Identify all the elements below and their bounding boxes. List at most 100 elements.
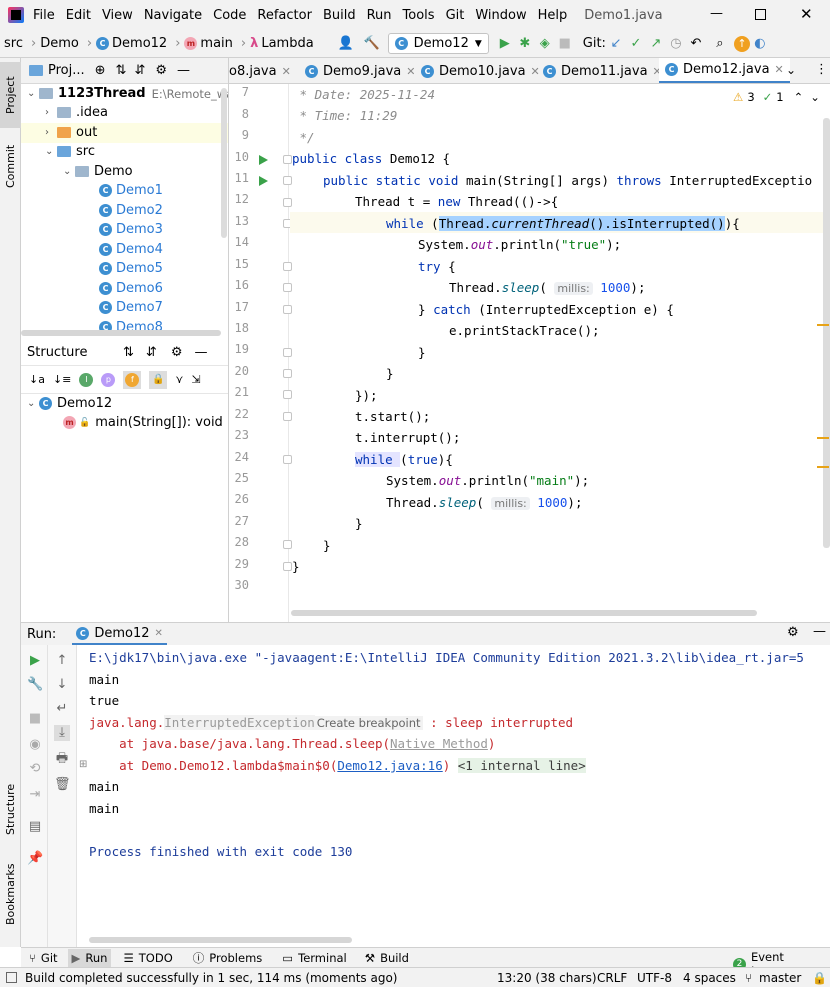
menu-build[interactable]: Build — [323, 8, 356, 23]
chevron-up-icon[interactable]: ⌃ — [794, 90, 804, 104]
update-icon[interactable]: ↑ — [733, 35, 750, 52]
fold-icon[interactable] — [283, 455, 292, 464]
show-non-public-icon[interactable]: 🔒 — [149, 370, 168, 389]
run-gutter-icon[interactable] — [259, 155, 268, 165]
tree-item-demo2[interactable]: C Demo2 — [99, 201, 163, 221]
tab-bookmarks[interactable]: Bookmarks — [0, 858, 21, 930]
source-link[interactable]: Demo12.java:16 — [337, 758, 442, 773]
menu-tools[interactable]: Tools — [403, 8, 435, 23]
code-line-13[interactable]: while (Thread.currentThread().isInterrup… — [292, 213, 740, 234]
tree-item-demo3[interactable]: C Demo3 — [99, 220, 163, 240]
show-inherited-icon[interactable]: I — [79, 372, 94, 387]
coverage-icon[interactable]: ◈ — [535, 34, 555, 54]
menu-navigate[interactable]: Navigate — [144, 8, 202, 23]
status-toggle-icon[interactable] — [6, 972, 17, 983]
chevron-down-icon[interactable]: ⌄ — [810, 90, 820, 104]
menu-window[interactable]: Window — [475, 8, 526, 23]
code-line-11[interactable]: public static void main(String[] args) t… — [292, 170, 812, 191]
sort-alpha-icon[interactable]: ↓a — [29, 373, 45, 386]
settings-logo-icon[interactable]: ◐ — [750, 34, 770, 54]
code-line-12[interactable]: Thread t = new Thread(()->{ — [292, 191, 558, 212]
expand-icon[interactable]: ⇵ — [146, 345, 157, 360]
run-gutter-icon[interactable] — [259, 176, 268, 186]
tree-item-idea[interactable]: › .idea — [45, 103, 108, 123]
tab-demo10[interactable]: C Demo10.java ✕ — [415, 58, 546, 83]
tab-demo8[interactable]: o8.java ✕ — [229, 58, 299, 83]
code-line-18[interactable]: e.printStackTrace(); — [292, 320, 600, 341]
exception-link[interactable]: InterruptedException — [164, 715, 315, 730]
gear-icon[interactable]: ⚙ — [787, 625, 799, 640]
code-line-10[interactable]: public class Demo12 { — [292, 148, 450, 169]
tab-commit[interactable]: Commit — [0, 134, 21, 198]
collapse-icon[interactable]: ⇅ — [123, 345, 134, 360]
tab-structure[interactable]: Structure — [0, 774, 21, 844]
debug-icon[interactable]: ✱ — [515, 34, 535, 54]
pin-icon[interactable]: 📌 — [27, 851, 43, 867]
wrench-icon[interactable]: 🔧 — [27, 677, 43, 693]
code-line-26[interactable]: Thread.sleep( millis: 1000); — [292, 492, 582, 513]
arrow-up-icon[interactable]: ↑ — [54, 653, 70, 669]
code-line-24[interactable]: while (true){ — [292, 449, 453, 470]
structure-method[interactable]: m 🔓 main(String[]): void — [63, 413, 223, 433]
code-line-20[interactable]: } — [292, 363, 394, 384]
show-fields-icon[interactable]: f — [123, 370, 142, 389]
caret-position[interactable]: 13:20 (38 chars) — [497, 971, 597, 985]
tool-tab-problems[interactable]: ⓘ Problems — [193, 950, 263, 966]
native-method-link[interactable]: Native Method — [390, 736, 488, 751]
run-config-select[interactable]: C Demo12 ▼ — [387, 33, 489, 54]
menu-help[interactable]: Help — [538, 8, 568, 23]
tree-item-out[interactable]: › out — [21, 123, 228, 143]
history-icon[interactable]: ◷ — [666, 34, 686, 54]
output-h-scrollbar[interactable] — [89, 937, 352, 943]
code-line-8[interactable]: * Time: 11:29 — [292, 105, 398, 126]
menu-view[interactable]: View — [102, 8, 133, 23]
code-line-15[interactable]: try { — [292, 256, 456, 277]
tab-demo9[interactable]: C Demo9.java ✕ — [299, 58, 422, 83]
fold-icon[interactable] — [283, 412, 292, 421]
git-commit-icon[interactable]: ✓ — [626, 34, 646, 54]
stop-icon[interactable]: ■ — [555, 34, 575, 54]
fold-icon[interactable] — [283, 390, 292, 399]
code-line-21[interactable]: }); — [292, 385, 378, 406]
exit-icon[interactable]: ⇥ — [27, 787, 43, 803]
tree-item-src[interactable]: ⌄ src — [45, 142, 95, 162]
sort-visibility-icon[interactable]: ↓≡ — [53, 373, 71, 386]
arrow-down-icon[interactable]: ↓ — [54, 677, 70, 693]
breadcrumb-src[interactable]: src — [4, 36, 23, 51]
tab-project[interactable]: Project — [0, 62, 21, 128]
expand-icon[interactable]: ⊞ — [79, 759, 87, 770]
editor-h-scrollbar[interactable] — [291, 610, 757, 616]
soft-wrap-icon[interactable]: ↵ — [54, 701, 70, 717]
camera-icon[interactable]: ◉ — [27, 737, 43, 753]
tree-item-demo1[interactable]: C Demo1 — [99, 181, 163, 201]
rerun-icon[interactable]: ▶ — [27, 653, 43, 669]
fold-icon[interactable] — [283, 176, 292, 185]
menu-refactor[interactable]: Refactor — [257, 8, 312, 23]
code-line-17[interactable]: } catch (InterruptedException e) { — [292, 299, 674, 320]
tree-item-demo4[interactable]: C Demo4 — [99, 240, 163, 260]
git-update-icon[interactable]: ↙ — [606, 34, 626, 54]
line-separator[interactable]: CRLF — [597, 971, 627, 985]
more-icon[interactable]: ⋮ — [815, 62, 828, 77]
close-icon[interactable]: ✕ — [800, 5, 813, 23]
print-icon[interactable]: 🖶 — [54, 751, 70, 767]
fold-icon[interactable] — [283, 262, 292, 271]
git-push-icon[interactable]: ↗ — [646, 34, 666, 54]
hide-icon[interactable]: — — [813, 624, 826, 639]
close-icon[interactable]: ✕ — [154, 628, 162, 639]
restore-layout-icon[interactable]: ⟲ — [27, 761, 43, 777]
breadcrumb-demo12[interactable]: C Demo12 — [96, 36, 167, 51]
tree-item-root[interactable]: ⌄ 1123Thread E:\Remote_ware — [27, 84, 228, 104]
code-line-23[interactable]: t.interrupt(); — [292, 427, 460, 448]
menu-code[interactable]: Code — [213, 8, 246, 23]
code-line-16[interactable]: Thread.sleep( millis: 1000); — [292, 277, 645, 298]
code-line-29[interactable]: } — [292, 556, 300, 577]
show-properties-icon[interactable]: p — [101, 372, 116, 387]
hide-icon[interactable]: — — [194, 345, 207, 360]
tree-item-demo5[interactable]: C Demo5 — [99, 259, 163, 279]
locate-icon[interactable]: ⊕ — [95, 63, 106, 78]
tree-item-demo7[interactable]: C Demo7 — [99, 298, 163, 318]
tab-demo11[interactable]: C Demo11.java ✕ — [537, 58, 668, 83]
menu-run[interactable]: Run — [367, 8, 392, 23]
minimize-icon[interactable]: — — [710, 6, 723, 21]
